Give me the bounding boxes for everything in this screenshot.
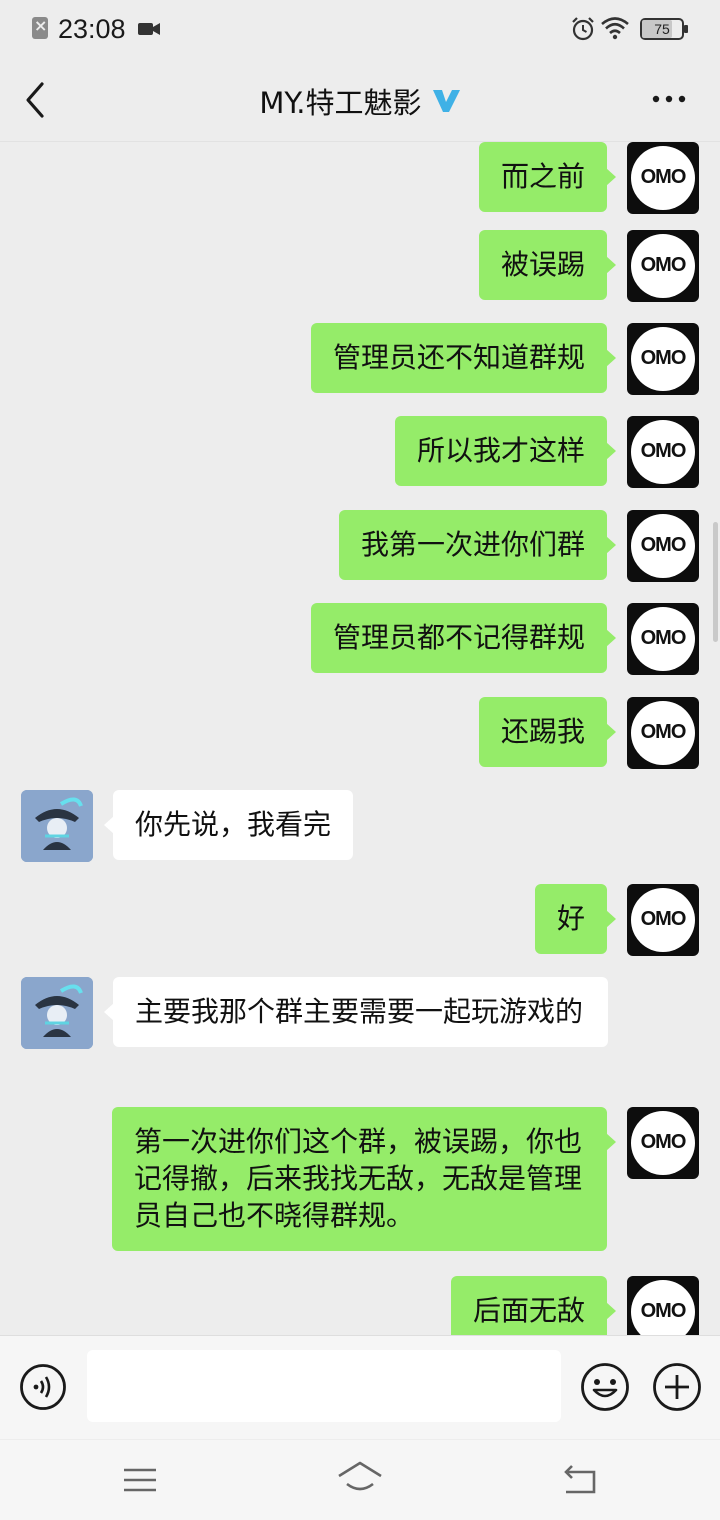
home-icon[interactable] [335, 1458, 385, 1498]
avatar-logo-text: OMO [640, 1300, 687, 1322]
avatar-logo-text: OMO [640, 627, 687, 649]
avatar-logo-text: OMO [640, 721, 687, 743]
avatar-logo-text: OMO [640, 534, 687, 556]
my-avatar[interactable]: OMO [627, 142, 699, 214]
wifi-icon [601, 17, 629, 40]
message-bubble[interactable]: 主要我那个群主要需要一起玩游戏的 [104, 977, 608, 1047]
my-avatar[interactable]: OMO [627, 416, 699, 488]
message-bubble[interactable]: 而之前 [478, 142, 617, 212]
message-bubble[interactable]: 被误踢 [478, 230, 617, 300]
verified-v-icon [432, 90, 460, 112]
message-bubble[interactable]: 好 [534, 884, 617, 954]
menu-icon[interactable] [120, 1462, 160, 1498]
avatar-logo-text: OMO [640, 1131, 687, 1153]
message-bubble[interactable]: 管理员还不知道群规 [310, 323, 617, 393]
battery-icon: 75 [640, 18, 688, 40]
message-list[interactable]: OMO 而之前 OMO 被误踢 OMO 管理员还不知道群规 OMO 所以我才这样… [0, 142, 720, 1335]
plus-icon[interactable] [652, 1362, 702, 1412]
video-camera-icon [138, 23, 160, 35]
contact-avatar[interactable] [21, 790, 93, 862]
system-nav-bar [0, 1440, 720, 1520]
alarm-icon [572, 17, 594, 41]
pirate-avatar-icon [21, 977, 93, 1049]
notification-icon [32, 16, 48, 39]
scroll-indicator[interactable] [713, 522, 718, 642]
my-avatar[interactable]: OMO [627, 1107, 699, 1179]
status-bar: 23:08 75 [0, 0, 720, 58]
my-avatar[interactable]: OMO [627, 230, 699, 302]
status-time: 23:08 [58, 14, 126, 44]
avatar-logo-text: OMO [640, 908, 687, 930]
message-bubble[interactable]: 还踢我 [478, 697, 617, 767]
chat-title: MY.特工魅影 [259, 86, 422, 120]
pirate-avatar-icon [21, 790, 93, 862]
chat-title-wrap: MY.特工魅影 [0, 80, 720, 122]
message-bubble[interactable]: 管理员都不记得群规 [310, 603, 617, 673]
message-input[interactable] [87, 1350, 561, 1422]
chat-header: MY.特工魅影 [0, 58, 720, 142]
message-bubble[interactable]: 第一次进你们这个群，被误踢，你也记得撤，后来我找无敌，无敌是管理员自己也不晓得群… [112, 1107, 616, 1251]
my-avatar[interactable]: OMO [627, 603, 699, 675]
more-dots-icon[interactable] [652, 94, 686, 104]
my-avatar[interactable]: OMO [627, 884, 699, 956]
my-avatar[interactable]: OMO [627, 697, 699, 769]
message-bubble[interactable]: 后面无敌 [450, 1276, 617, 1335]
voice-icon[interactable] [19, 1363, 67, 1411]
avatar-logo-text: OMO [640, 254, 687, 276]
contact-avatar[interactable] [21, 977, 93, 1049]
avatar-logo-text: OMO [640, 440, 687, 462]
input-bar [0, 1335, 720, 1439]
back-icon[interactable] [558, 1462, 600, 1498]
battery-percent: 75 [654, 21, 670, 37]
avatar-logo-text: OMO [640, 166, 687, 188]
my-avatar[interactable]: OMO [627, 323, 699, 395]
my-avatar[interactable]: OMO [627, 510, 699, 582]
message-bubble[interactable]: 你先说，我看完 [103, 790, 354, 860]
my-avatar[interactable]: OMO [627, 1276, 699, 1335]
emoji-icon[interactable] [580, 1362, 630, 1412]
message-bubble[interactable]: 所以我才这样 [394, 416, 617, 486]
avatar-logo-text: OMO [640, 347, 687, 369]
message-bubble[interactable]: 我第一次进你们群 [338, 510, 617, 580]
